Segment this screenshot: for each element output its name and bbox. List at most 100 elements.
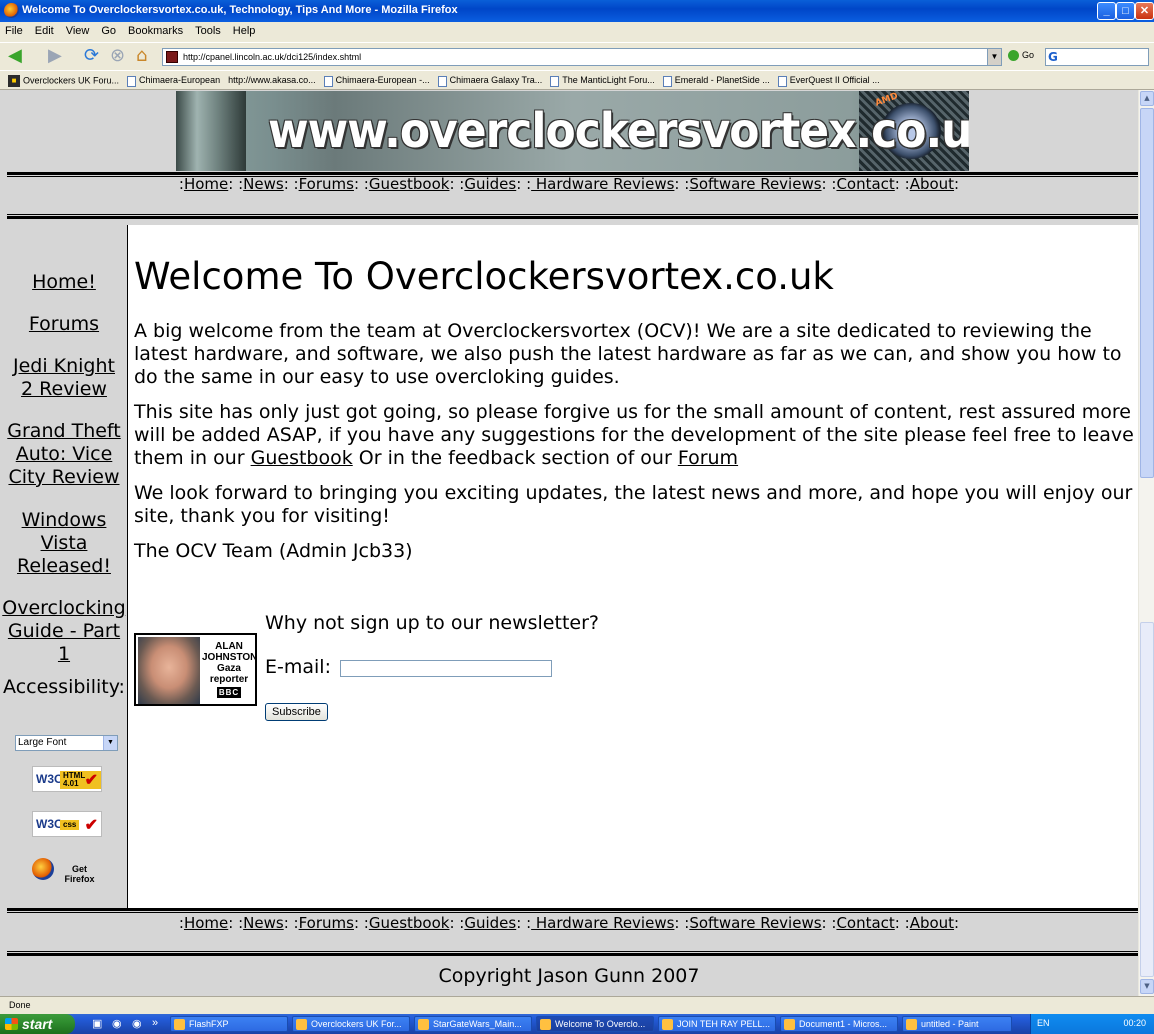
site-banner[interactable]: AMD www.overclockersvortex.co.uk [176,91,969,171]
sidebar-link-overclocking-guide[interactable]: Overclocking Guide - Part 1 [0,597,128,666]
nav-separator: : [228,175,239,193]
menu-bookmarks[interactable]: Bookmarks [122,22,189,37]
taskbar-button[interactable]: Welcome To Overclo... [536,1016,654,1032]
bookmark-item[interactable]: http://www.akasa.co... [228,71,316,85]
nav-link[interactable]: Home [184,914,228,932]
expand-quicklaunch-icon[interactable]: » [152,1017,158,1029]
app-icon [296,1019,307,1030]
newsletter-question: Why not sign up to our newsletter? [265,612,599,634]
font-size-select[interactable]: Large Font ▼ [15,735,118,751]
email-field[interactable] [340,660,552,677]
scrollbar-thumb[interactable] [1140,108,1154,478]
bookmark-item[interactable]: EverQuest II Official ... [777,71,880,87]
quicklaunch-icon[interactable]: ◉ [132,1017,142,1030]
nav-link[interactable]: Contact [836,175,894,193]
menu-help[interactable]: Help [227,22,262,37]
alan-johnston-banner[interactable]: ALAN JOHNSTON Gaza reporter BBC [134,633,257,706]
sidebar-link-jedi-knight-review[interactable]: Jedi Knight 2 Review [0,355,128,401]
bookmark-item[interactable]: Chimaera-European [127,71,220,87]
show-desktop-icon[interactable]: ▣ [92,1017,102,1030]
site-favicon [166,51,178,63]
app-icon [418,1019,429,1030]
taskbar-button-label: Document1 - Micros... [799,1019,888,1029]
go-button[interactable]: Go [1008,50,1034,62]
maximize-button[interactable]: □ [1116,2,1135,20]
bookmark-item[interactable]: Chimaera-European -... [323,71,430,87]
taskbar-button[interactable]: Document1 - Micros... [780,1016,898,1032]
google-icon: G [1048,50,1058,64]
scrollbar-track[interactable] [1140,622,1154,977]
status-bar: Done [0,996,1154,1014]
nav-link[interactable]: Contact [836,914,894,932]
home-icon[interactable]: ⌂ [136,47,147,65]
firefox-icon [4,3,19,18]
nav-link[interactable]: Software Reviews [689,175,821,193]
bookmark-item[interactable]: Emerald - PlanetSide ... [662,71,770,87]
nav-link[interactable]: About [910,175,954,193]
scroll-up-icon[interactable]: ▲ [1140,91,1154,106]
divider [7,951,1138,952]
start-label: start [22,1016,53,1032]
menu-view[interactable]: View [60,22,96,37]
banner-site-name: www.overclockersvortex.co.uk [268,103,969,160]
forward-icon[interactable]: ▶ [48,47,62,65]
reload-icon[interactable]: ⟳ [84,47,99,65]
nav-link[interactable]: News [243,914,284,932]
link-line: Grand Theft [7,420,121,442]
taskbar-button[interactable]: StarGateWars_Main... [414,1016,532,1032]
back-icon[interactable]: ◀ [8,47,22,65]
menu-bar: File Edit View Go Bookmarks Tools Help [0,22,1154,42]
minimize-button[interactable]: _ [1097,2,1116,20]
nav-link[interactable]: Guides [464,914,516,932]
guestbook-link[interactable]: Guestbook [251,447,353,469]
taskbar-button[interactable]: Overclockers UK For... [292,1016,410,1032]
page-viewport: AMD www.overclockersvortex.co.uk :Home: … [0,90,1138,996]
address-bar[interactable]: http://cpanel.lincoln.ac.uk/dci125/index… [162,48,1002,66]
nav-link[interactable]: Guestbook [369,914,450,932]
menu-file[interactable]: File [0,22,29,37]
language-indicator[interactable]: EN [1037,1018,1050,1028]
bookmark-item[interactable]: The ManticLight Foru... [550,71,655,87]
menu-go[interactable]: Go [95,22,122,37]
closing-paragraph: We look forward to bringing you exciting… [134,482,1133,527]
vertical-scrollbar[interactable]: ▲ ▼ [1138,90,1154,996]
stop-icon[interactable]: ⊗ [110,47,125,65]
address-dropdown-icon[interactable]: ▼ [987,49,1001,65]
nav-link[interactable]: Forums [299,175,354,193]
sidebar-link-forums[interactable]: Forums [0,313,128,336]
sidebar-link-gta-review[interactable]: Grand Theft Auto: Vice City Review [0,420,128,489]
forum-link[interactable]: Forum [678,447,738,469]
taskbar-button[interactable]: JOIN TEH RAY PELL... [658,1016,776,1032]
scroll-down-icon[interactable]: ▼ [1140,979,1154,994]
subscribe-button[interactable]: Subscribe [265,703,328,721]
nav-link[interactable]: Guides [464,175,516,193]
nav-separator: : [449,914,460,932]
windows-flag-icon [5,1018,18,1030]
nav-separator: : [516,914,527,932]
w3c-css-badge[interactable]: W3C css ✔ [32,811,102,837]
nav-link[interactable]: Guestbook [369,175,450,193]
menu-tools[interactable]: Tools [189,22,227,37]
bookmark-item[interactable]: ■ Overclockers UK Foru... [8,71,119,87]
close-button[interactable]: ✕ [1135,2,1154,20]
bookmark-item[interactable]: Chimaera Galaxy Tra... [437,71,542,87]
start-button[interactable]: start [0,1014,75,1034]
search-box[interactable]: G [1045,48,1149,66]
taskbar-button[interactable]: untitled - Paint [902,1016,1012,1032]
nav-link[interactable]: About [910,914,954,932]
sidebar-link-vista-released[interactable]: Windows Vista Released! [0,509,128,578]
nav-link[interactable]: Hardware Reviews [531,175,675,193]
nav-link[interactable]: Software Reviews [689,914,821,932]
w3c-html-badge[interactable]: W3C HTML 4.01 ✔ [32,766,102,792]
nav-link[interactable]: Hardware Reviews [531,914,675,932]
get-firefox-badge[interactable]: Get Firefox [30,857,102,884]
sidebar-link-home[interactable]: Home! [0,271,128,294]
nav-link[interactable]: Forums [299,914,354,932]
taskbar-button[interactable]: FlashFXP [170,1016,288,1032]
nav-link[interactable]: News [243,175,284,193]
taskbar-button-label: Overclockers UK For... [311,1019,402,1029]
page-icon [550,75,560,87]
nav-link[interactable]: Home [184,175,228,193]
menu-edit[interactable]: Edit [29,22,60,37]
quicklaunch-icon[interactable]: ◉ [112,1017,122,1030]
